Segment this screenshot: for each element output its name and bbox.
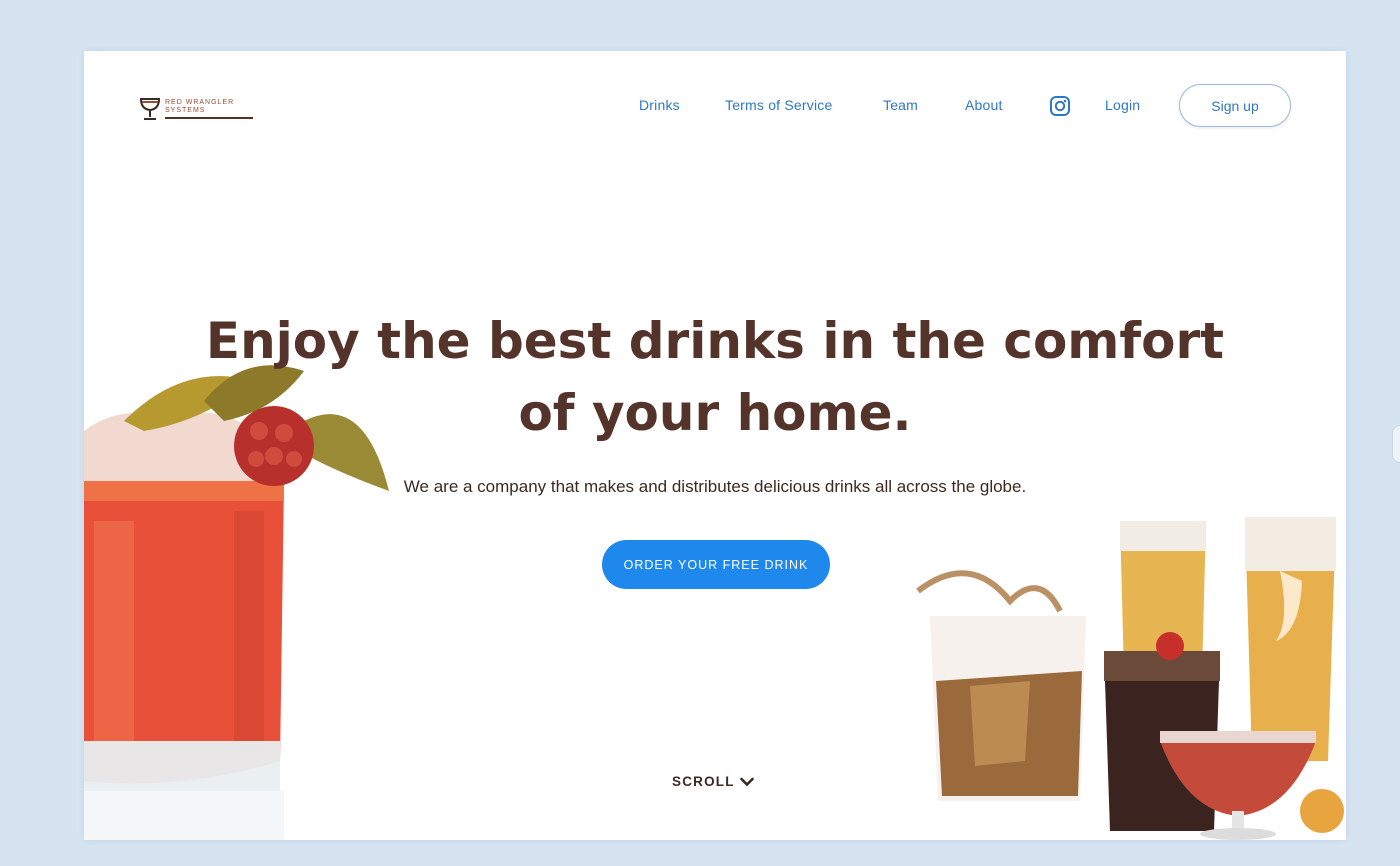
login-link[interactable]: Login	[1105, 97, 1140, 113]
hero-title: Enjoy the best drinks in the comfort of …	[84, 305, 1346, 449]
drinks-image-right	[916, 517, 1344, 840]
scroll-label: SCROLL	[672, 774, 735, 789]
instagram-icon[interactable]	[1049, 95, 1071, 117]
nav-link-about[interactable]: About	[965, 97, 1003, 113]
hero-title-line: Enjoy the best drinks in the comfort	[205, 312, 1225, 370]
order-free-drink-button[interactable]: ORDER YOUR FREE DRINK	[602, 540, 830, 589]
signup-button[interactable]: Sign up	[1179, 84, 1291, 127]
scroll-indicator[interactable]: SCROLL	[672, 774, 754, 789]
nav-link-terms[interactable]: Terms of Service	[725, 97, 832, 113]
landing-page: RED WRANGLER SYSTEMS Drinks Terms of Ser…	[84, 51, 1346, 840]
nav-link-team[interactable]: Team	[883, 97, 918, 113]
main-nav: Drinks Terms of Service Team About Login…	[84, 51, 1346, 161]
chevron-down-icon	[739, 777, 754, 786]
hero-title-line: of your home.	[518, 384, 912, 442]
window-edge-handle	[1392, 425, 1400, 463]
hero-subtitle: We are a company that makes and distribu…	[403, 477, 1027, 496]
nav-link-drinks[interactable]: Drinks	[639, 97, 680, 113]
